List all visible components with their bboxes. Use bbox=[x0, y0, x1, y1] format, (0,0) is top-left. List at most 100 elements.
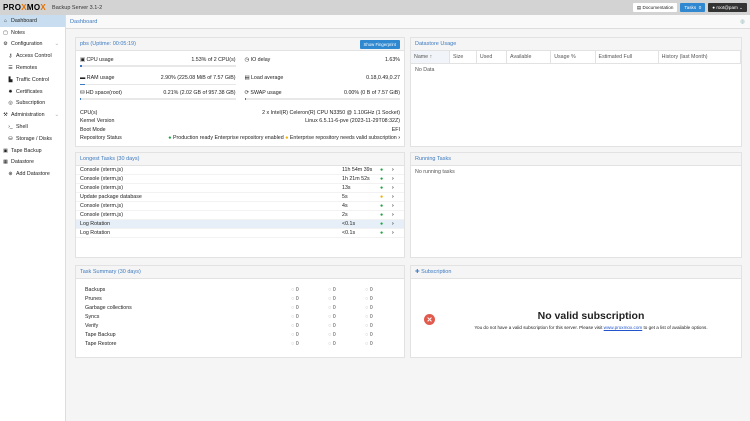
show-fingerprint-button[interactable]: Show Fingerprint bbox=[359, 39, 400, 49]
sidebar-item-access-control[interactable]: ⚷ Access Control bbox=[0, 50, 65, 62]
subscription-text: You do not have a valid subscription for… bbox=[474, 325, 708, 330]
column-header[interactable]: Available bbox=[506, 51, 552, 64]
chevron-right-icon: › bbox=[398, 135, 400, 142]
table-row[interactable]: Update package database 5s ● › bbox=[76, 193, 404, 202]
documentation-button[interactable]: ▤ Documentation bbox=[632, 3, 678, 12]
tasks-button[interactable]: Tasks 0 bbox=[680, 3, 706, 12]
summary-row: Verify ○ 0 ○ 0 ○ 0 bbox=[76, 321, 404, 330]
sidebar-item-dashboard[interactable]: ⌂ Dashboard bbox=[0, 15, 65, 27]
summary-count[interactable]: ○ 0 bbox=[365, 323, 402, 329]
summary-row: Garbage collections ○ 0 ○ 0 ○ 0 bbox=[76, 303, 404, 312]
column-header[interactable]: Name ↑ bbox=[411, 51, 450, 64]
proxmox-logo[interactable]: PROXMOX bbox=[3, 3, 46, 12]
sidebar-item-certificates[interactable]: ✹ Certificates bbox=[0, 86, 65, 98]
summary-count[interactable]: ○ 0 bbox=[291, 287, 328, 293]
summary-count[interactable]: ○ 0 bbox=[328, 341, 365, 347]
summary-count[interactable]: ○ 0 bbox=[328, 332, 365, 338]
summary-count[interactable]: ○ 0 bbox=[291, 323, 328, 329]
sidebar-item-traffic-control[interactable]: ▙ Traffic Control bbox=[0, 74, 65, 86]
chevron-right-icon[interactable]: › bbox=[392, 212, 400, 218]
sidebar-item-label: Administration bbox=[11, 112, 45, 119]
chevron-down-icon[interactable]: ⌄ bbox=[55, 112, 59, 118]
summary-count[interactable]: ○ 0 bbox=[365, 341, 402, 347]
chevron-right-icon[interactable]: › bbox=[392, 194, 400, 200]
task-name: Console (xterm.js) bbox=[80, 212, 123, 218]
database-icon: ▦ bbox=[3, 159, 8, 166]
chevron-right-icon[interactable]: › bbox=[392, 230, 400, 236]
summary-count[interactable]: ○ 0 bbox=[291, 332, 328, 338]
table-row[interactable]: Console (xterm.js) 11h 54m 39s ● › bbox=[76, 166, 404, 175]
sidebar-item-remotes[interactable]: ☰ Remotes bbox=[0, 62, 65, 74]
sidebar-item-label: Shell bbox=[16, 124, 28, 131]
repository-status-value[interactable]: ● Production ready Enterprise repository… bbox=[168, 135, 400, 141]
summary-count[interactable]: ○ 0 bbox=[328, 296, 365, 302]
sidebar-item-add-datastore[interactable]: ⊕ Add Datastore bbox=[0, 168, 65, 180]
summary-count[interactable]: ○ 0 bbox=[328, 314, 365, 320]
circle-icon: ○ bbox=[365, 295, 369, 302]
table-row[interactable]: Console (xterm.js) 1h 21m 52s ● › bbox=[76, 175, 404, 184]
proxmox-link[interactable]: www.proxmox.com bbox=[604, 325, 643, 330]
sidebar: ⌂ Dashboard ▢ Notes ⚙ Configuration ⌄ ⚷ Access C… bbox=[0, 15, 66, 421]
table-row[interactable]: Console (xterm.js) 4s ● › bbox=[76, 202, 404, 211]
sidebar-item-label: Subscription bbox=[16, 100, 46, 107]
chevron-right-icon[interactable]: › bbox=[392, 167, 400, 173]
sidebar-item-datastore[interactable]: ▦ Datastore bbox=[0, 157, 65, 169]
column-header[interactable]: Size bbox=[449, 51, 477, 64]
sidebar-item-storage-disks[interactable]: ⛁ Storage / Disks bbox=[0, 133, 65, 145]
summary-count[interactable]: ○ 0 bbox=[328, 305, 365, 311]
running-tasks-empty-text: No running tasks bbox=[415, 169, 455, 175]
summary-count[interactable]: ○ 0 bbox=[291, 314, 328, 320]
circle-icon: ○ bbox=[291, 322, 295, 329]
help-icon[interactable]: ◍ bbox=[740, 19, 745, 25]
sidebar-item-shell[interactable]: ›_ Shell bbox=[0, 121, 65, 133]
circle-icon: ○ bbox=[365, 304, 369, 311]
column-header[interactable]: Estimated Full bbox=[595, 51, 659, 64]
summary-count[interactable]: ○ 0 bbox=[291, 305, 328, 311]
sidebar-item-subscription[interactable]: ◎ Subscription bbox=[0, 98, 65, 110]
check-circle-icon: ● bbox=[380, 176, 384, 182]
sidebar-item-administration[interactable]: ⚒ Administration ⌄ bbox=[0, 109, 65, 121]
summary-count[interactable]: ○ 0 bbox=[291, 341, 328, 347]
column-header[interactable]: Used bbox=[476, 51, 508, 64]
table-row[interactable]: Console (xterm.js) 13s ● › bbox=[76, 184, 404, 193]
sidebar-item-notes[interactable]: ▢ Notes bbox=[0, 27, 65, 39]
chevron-right-icon[interactable]: › bbox=[392, 203, 400, 209]
column-header[interactable]: Usage % bbox=[550, 51, 596, 64]
warning-circle-icon: ● bbox=[285, 135, 289, 142]
sidebar-item-configuration[interactable]: ⚙ Configuration ⌄ bbox=[0, 39, 65, 51]
circle-icon: ○ bbox=[328, 331, 332, 338]
summary-count[interactable]: ○ 0 bbox=[365, 332, 402, 338]
user-menu-button[interactable]: ● root@pam ⌄ bbox=[708, 3, 747, 12]
chevron-down-icon[interactable]: ⌄ bbox=[55, 41, 59, 47]
warning-circle-icon: ● bbox=[380, 194, 384, 200]
sidebar-item-tape-backup[interactable]: ▣ Tape Backup bbox=[0, 145, 65, 157]
kernel-label: Kernel Version bbox=[80, 118, 115, 125]
column-header[interactable]: History (last Month) bbox=[658, 51, 742, 64]
task-duration: 11h 54m 39s bbox=[342, 167, 373, 173]
sidebar-item-label: Storage / Disks bbox=[16, 135, 52, 142]
certificate-icon: ✹ bbox=[8, 88, 13, 95]
circle-icon: ○ bbox=[328, 304, 332, 311]
task-summary-panel: Task Summary (30 days) Backups ○ 0 ○ 0 ○ 0P… bbox=[75, 265, 405, 358]
subscription-panel: ✚ Subscription ✕ No valid subscription Y… bbox=[410, 265, 742, 358]
summary-count[interactable]: ○ 0 bbox=[365, 287, 402, 293]
circle-icon: ○ bbox=[291, 286, 295, 293]
circle-icon: ○ bbox=[291, 304, 295, 311]
chevron-right-icon[interactable]: › bbox=[392, 176, 400, 182]
table-row[interactable]: Log Rotation <0.1s ● › bbox=[76, 220, 404, 229]
chevron-right-icon[interactable]: › bbox=[392, 185, 400, 191]
summary-count[interactable]: ○ 0 bbox=[291, 296, 328, 302]
swap-usage-label: ⟳ SWAP usage bbox=[244, 89, 282, 96]
table-row[interactable]: Console (xterm.js) 2s ● › bbox=[76, 211, 404, 220]
summary-count[interactable]: ○ 0 bbox=[328, 323, 365, 329]
summary-count[interactable]: ○ 0 bbox=[365, 296, 402, 302]
summary-count[interactable]: ○ 0 bbox=[365, 305, 402, 311]
table-row[interactable]: Log Rotation <0.1s ● › bbox=[76, 229, 404, 238]
load-average-value: 0.18,0.49,0.27 bbox=[366, 75, 400, 81]
summary-count[interactable]: ○ 0 bbox=[328, 287, 365, 293]
circle-icon: ○ bbox=[365, 322, 369, 329]
summary-row: Tape Restore ○ 0 ○ 0 ○ 0 bbox=[76, 339, 404, 348]
chevron-right-icon[interactable]: › bbox=[392, 221, 400, 227]
summary-count[interactable]: ○ 0 bbox=[365, 314, 402, 320]
task-name: Log Rotation bbox=[80, 230, 111, 236]
